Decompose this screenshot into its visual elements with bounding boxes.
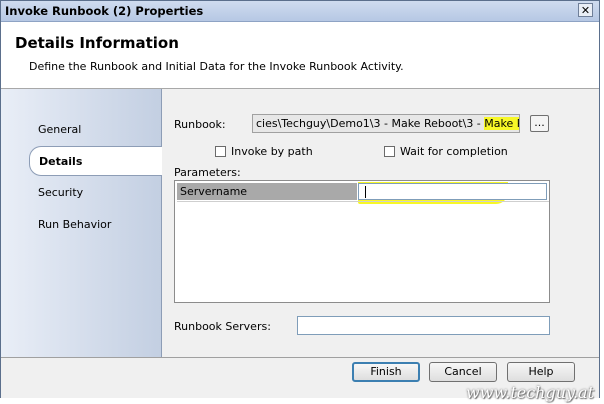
runbook-name-text: Make Reboot [484, 117, 519, 130]
page-title: Details Information [15, 34, 179, 52]
dialog-header: Details Information Define the Runbook a… [1, 22, 599, 89]
parameter-name-cell[interactable]: Servername [177, 183, 357, 200]
invoke-by-path-label: Invoke by path [231, 145, 313, 158]
help-button[interactable]: Help [507, 362, 575, 382]
page-subtitle: Define the Runbook and Initial Data for … [29, 60, 404, 73]
runbook-path-text: cies\Techguy\Demo1\3 - Make Reboot\3 - [256, 117, 485, 130]
text-cursor [365, 186, 366, 198]
parameters-grid: Servername [174, 180, 550, 303]
wait-for-completion-label: Wait for completion [400, 145, 508, 158]
properties-dialog: Invoke Runbook (2) Properties ✕ Details … [0, 0, 600, 398]
runbook-servers-label: Runbook Servers: [174, 320, 271, 333]
invoke-by-path-checkbox[interactable] [215, 146, 226, 157]
parameter-value-input[interactable] [358, 183, 547, 200]
runbook-servers-input[interactable] [297, 316, 550, 335]
finish-button[interactable]: Finish [352, 362, 420, 382]
runbook-label: Runbook: [174, 118, 226, 131]
watermark-text: www.techguy.at [466, 383, 594, 402]
grid-row-divider [177, 201, 549, 202]
sidebar: General Details Security Run Behavior [1, 89, 162, 357]
runbook-field[interactable]: cies\Techguy\Demo1\3 - Make Reboot\3 - M… [252, 114, 520, 133]
sidebar-item-run-behavior[interactable]: Run Behavior [1, 210, 161, 240]
sidebar-item-general[interactable]: General [1, 115, 161, 145]
sidebar-item-security[interactable]: Security [1, 178, 161, 208]
sidebar-item-details[interactable]: Details [29, 146, 162, 176]
title-bar[interactable]: Invoke Runbook (2) Properties ✕ [1, 1, 599, 22]
window-title: Invoke Runbook (2) Properties [5, 4, 204, 18]
browse-runbook-button[interactable]: ... [530, 115, 549, 132]
parameters-label: Parameters: [174, 166, 241, 179]
cancel-button[interactable]: Cancel [429, 362, 497, 382]
close-icon[interactable]: ✕ [578, 3, 593, 17]
details-panel: Runbook: cies\Techguy\Demo1\3 - Make Reb… [162, 89, 599, 357]
wait-for-completion-checkbox[interactable] [384, 146, 395, 157]
